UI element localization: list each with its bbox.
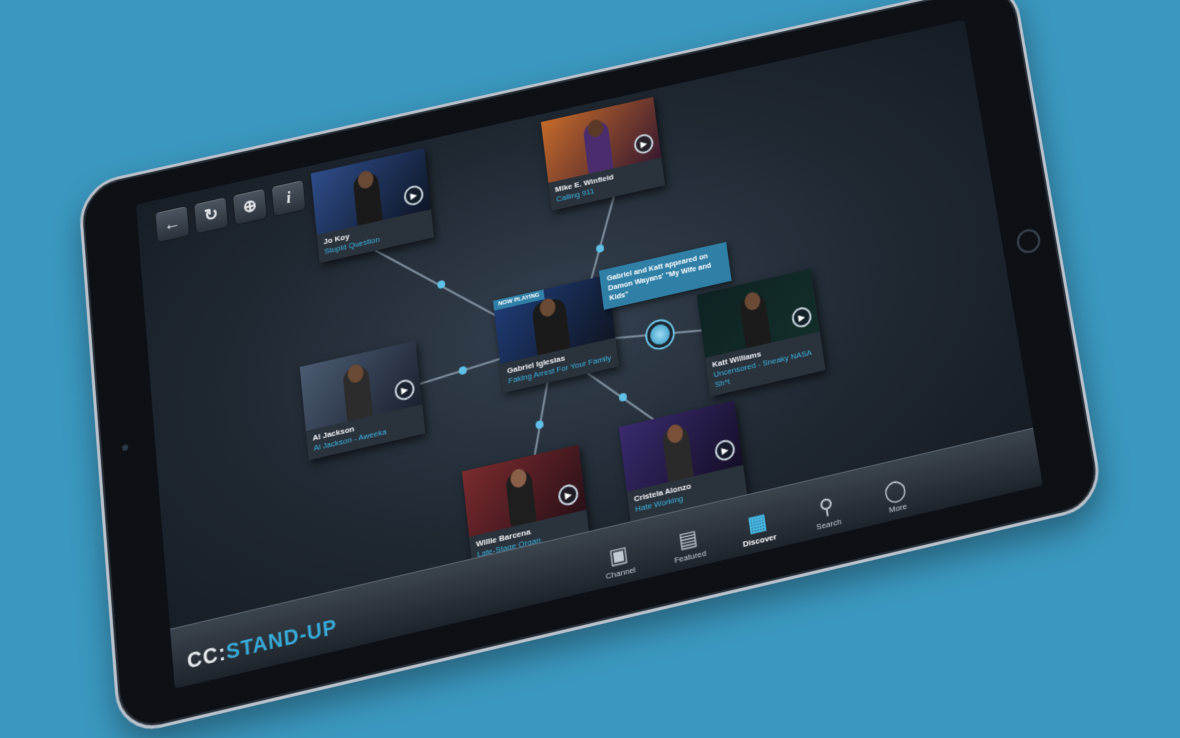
edge-dot[interactable] [596, 244, 605, 254]
app-logo: CC:STAND-UP [186, 616, 338, 675]
tab-more[interactable]: ◯ More [868, 473, 924, 519]
play-icon[interactable]: ▶ [394, 378, 416, 402]
tablet-device: ← ↻ ⊕ i ▶ Jo Koy Stupid Question ▶ Mike … [0, 0, 1180, 664]
tab-channel[interactable]: ▣ Channel [591, 538, 647, 584]
front-camera [122, 444, 128, 451]
edge-dot[interactable] [458, 366, 467, 376]
play-icon[interactable]: ▶ [791, 305, 813, 329]
app-screen: ← ↻ ⊕ i ▶ Jo Koy Stupid Question ▶ Mike … [136, 20, 1043, 689]
tablet-bezel: ← ↻ ⊕ i ▶ Jo Koy Stupid Question ▶ Mike … [77, 0, 1105, 738]
play-icon[interactable]: ▶ [403, 184, 424, 208]
tab-featured[interactable]: ▤ Featured [661, 521, 717, 567]
play-icon[interactable]: ▶ [714, 438, 736, 463]
home-button[interactable] [1015, 227, 1042, 255]
play-icon[interactable]: ▶ [633, 132, 655, 155]
tab-search[interactable]: ⚲ Search [799, 489, 855, 535]
play-icon[interactable]: ▶ [557, 482, 579, 507]
edge-dot[interactable] [535, 420, 544, 430]
tab-discover[interactable]: ▦ Discover [730, 505, 786, 551]
